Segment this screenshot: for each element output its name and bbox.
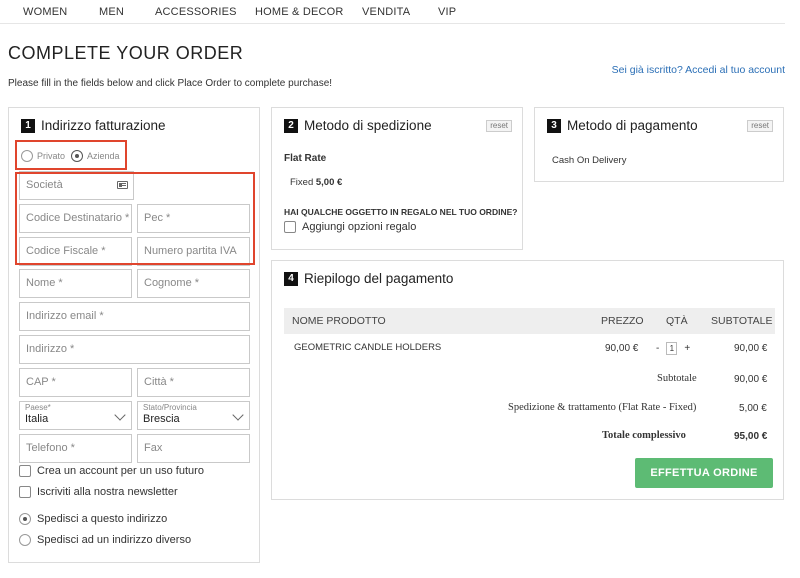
- shipping-fixed-row[interactable]: Fixed 5,00 €: [290, 177, 342, 188]
- summary-title: Riepilogo del pagamento: [304, 271, 454, 286]
- nav-home-decor[interactable]: HOME & DECOR: [255, 6, 344, 18]
- item-price: 90,00 €: [605, 343, 639, 354]
- payment-reset-button[interactable]: reset: [747, 120, 773, 132]
- nav-men[interactable]: MEN: [99, 6, 124, 18]
- newsletter-label: Iscriviti alla nostra newsletter: [37, 486, 178, 498]
- first-name-field[interactable]: Nome *: [19, 269, 132, 298]
- shipping-header: 2 Metodo di spedizione: [284, 118, 432, 133]
- place-order-button[interactable]: EFFETTUA ORDINE: [635, 458, 773, 488]
- step-number: 4: [284, 271, 298, 286]
- qty-minus-button[interactable]: -: [656, 343, 659, 354]
- gift-label: Aggiungi opzioni regalo: [302, 221, 417, 233]
- shipping-method-name: Flat Rate: [284, 153, 327, 164]
- payment-panel: 3 Metodo di pagamento reset Cash On Deli…: [534, 107, 784, 182]
- province-select[interactable]: Stato/Provincia Brescia: [137, 401, 250, 430]
- ship-same-radio[interactable]: [19, 513, 31, 525]
- nav-accessories[interactable]: ACCESSORIES: [155, 6, 237, 18]
- summary-header: 4 Riepilogo del pagamento: [284, 271, 453, 286]
- last-name-field[interactable]: Cognome *: [137, 269, 250, 298]
- newsletter-option[interactable]: Iscriviti alla nostra newsletter: [19, 486, 178, 498]
- col-subtotal: SUBTOTALE: [711, 315, 773, 327]
- shipping-cost-label: Spedizione & trattamento (Flat Rate - Fi…: [508, 402, 697, 413]
- qty-stepper[interactable]: - 1 +: [656, 342, 690, 355]
- zip-field[interactable]: CAP *: [19, 368, 132, 397]
- ship-same-option[interactable]: Spedisci a questo indirizzo: [19, 513, 167, 525]
- subtotal-value: 90,00 €: [734, 374, 768, 385]
- page-subtitle: Please fill in the fields below and clic…: [8, 78, 333, 89]
- gift-checkbox[interactable]: [284, 221, 296, 233]
- gift-question: HAI QUALCHE OGGETTO IN REGALO NEL TUO OR…: [284, 207, 518, 217]
- ship-different-label: Spedisci ad un indirizzo diverso: [37, 534, 192, 546]
- col-qty: QTÀ: [666, 315, 688, 327]
- col-price: PREZZO: [601, 315, 644, 327]
- nav-women[interactable]: WOMEN: [23, 6, 67, 18]
- newsletter-checkbox[interactable]: [19, 486, 31, 498]
- email-field[interactable]: Indirizzo email *: [19, 302, 250, 331]
- qty-plus-button[interactable]: +: [684, 343, 690, 354]
- billing-title: Indirizzo fatturazione: [41, 118, 166, 133]
- top-nav: WOMEN MEN ACCESSORIES HOME & DECOR VENDI…: [0, 0, 785, 24]
- item-subtotal: 90,00 €: [734, 343, 768, 354]
- create-account-checkbox[interactable]: [19, 465, 31, 477]
- step-number: 3: [547, 118, 561, 133]
- fixed-label: Fixed: [290, 177, 314, 188]
- shipping-reset-button[interactable]: reset: [486, 120, 512, 132]
- col-product: NOME PRODOTTO: [292, 315, 386, 327]
- nav-vendita[interactable]: VENDITA: [362, 6, 410, 18]
- step-number: 2: [284, 118, 298, 133]
- country-select[interactable]: Paese* Italia: [19, 401, 132, 430]
- ship-same-label: Spedisci a questo indirizzo: [37, 513, 168, 525]
- fixed-price: 5,00 €: [315, 177, 343, 188]
- shipping-panel: 2 Metodo di spedizione reset Flat Rate F…: [271, 107, 523, 250]
- nav-vip[interactable]: VIP: [438, 6, 456, 18]
- payment-method-cod[interactable]: Cash On Delivery: [552, 155, 626, 166]
- country-value: Italia: [25, 413, 49, 425]
- province-value: Brescia: [143, 413, 180, 425]
- ship-different-option[interactable]: Spedisci ad un indirizzo diverso: [19, 534, 191, 546]
- summary-panel: 4 Riepilogo del pagamento NOME PRODOTTO …: [271, 260, 784, 500]
- province-label: Stato/Provincia: [143, 403, 197, 412]
- highlight-company-fields: [15, 172, 255, 265]
- shipping-title: Metodo di spedizione: [304, 118, 432, 133]
- highlight-customer-type: [15, 140, 127, 170]
- summary-table-header: NOME PRODOTTO PREZZO QTÀ SUBTOTALE: [284, 308, 775, 334]
- create-account-label: Crea un account per un uso futuro: [37, 465, 204, 477]
- step-number: 1: [21, 118, 35, 133]
- fax-field[interactable]: Fax: [137, 434, 250, 463]
- ship-different-radio[interactable]: [19, 534, 31, 546]
- shipping-cost-value: 5,00 €: [739, 403, 767, 414]
- gift-option[interactable]: Aggiungi opzioni regalo: [284, 221, 416, 233]
- grand-total-label: Totale complessivo: [602, 430, 686, 441]
- country-label: Paese*: [25, 403, 51, 412]
- subtotal-label: Subtotale: [657, 373, 697, 384]
- phone-field[interactable]: Telefono *: [19, 434, 132, 463]
- city-field[interactable]: Città *: [137, 368, 250, 397]
- payment-header: 3 Metodo di pagamento: [547, 118, 698, 133]
- create-account-option[interactable]: Crea un account per un uso futuro: [19, 465, 204, 477]
- qty-input[interactable]: 1: [666, 342, 678, 355]
- address-field[interactable]: Indirizzo *: [19, 335, 250, 364]
- item-name: GEOMETRIC CANDLE HOLDERS: [294, 342, 442, 353]
- grand-total-value: 95,00 €: [734, 431, 768, 442]
- page-title: COMPLETE YOUR ORDER: [8, 43, 244, 63]
- login-link[interactable]: Sei già iscritto? Accedi al tuo account: [612, 64, 785, 76]
- billing-header: 1 Indirizzo fatturazione: [21, 118, 166, 133]
- payment-title: Metodo di pagamento: [567, 118, 698, 133]
